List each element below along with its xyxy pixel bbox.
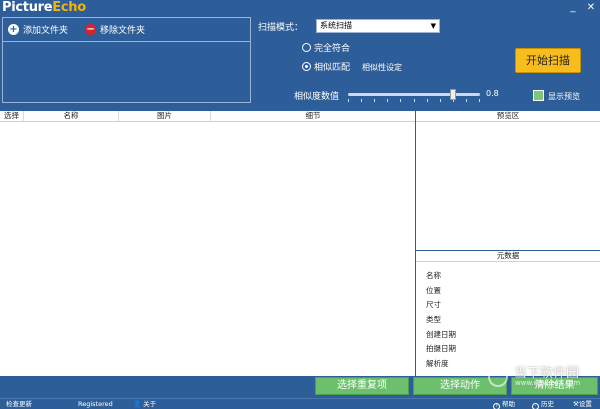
- slider-tick: [387, 99, 388, 102]
- history-link[interactable]: · 历史: [532, 400, 554, 409]
- preview-panel: 预览区: [416, 111, 600, 250]
- add-folder-label: 添加文件夹: [23, 26, 69, 36]
- meta-size-label: 尺寸: [426, 300, 441, 309]
- slider-tick: [479, 99, 480, 102]
- title-bar: PictureEcho _ ✕: [0, 0, 600, 17]
- remove-folder-label: 移除文件夹: [100, 26, 146, 36]
- preview-header: 预览区: [416, 111, 600, 122]
- radio-similar-match[interactable]: 相似匹配: [302, 60, 350, 73]
- history-label: 历史: [541, 400, 554, 408]
- select-duplicates-button[interactable]: 选择重复项: [315, 377, 409, 395]
- settings-link[interactable]: ⚒设置: [573, 400, 592, 409]
- metadata-panel: 元数据 名称 位置 尺寸 类型 创建日期 拍摄日期 解析度: [416, 251, 600, 376]
- show-preview-checkbox[interactable]: [533, 90, 544, 101]
- about-label: 关于: [143, 400, 157, 408]
- column-image[interactable]: 图片: [119, 111, 211, 122]
- watermark-url: www.downxia.com: [515, 379, 581, 387]
- registered-status: Registered: [78, 400, 113, 408]
- meta-taken-label: 拍摄日期: [426, 344, 456, 353]
- scan-mode-value: 系统扫描: [320, 21, 352, 30]
- slider-tick: [361, 99, 362, 102]
- similarity-setting-label: 相似性设定: [362, 63, 402, 72]
- status-bar: 检查更新 Registered 👤 关于 ? 帮助 · 历史 ⚒设置: [0, 398, 600, 409]
- radio-exact-label: 完全符合: [314, 44, 351, 54]
- radio-exact-match[interactable]: 完全符合: [302, 41, 350, 54]
- minimize-button[interactable]: _: [567, 2, 579, 14]
- threshold-slider-track[interactable]: [348, 93, 480, 96]
- radio-similar-dot: [302, 62, 311, 71]
- scan-mode-label: 扫描模式：: [258, 23, 304, 33]
- watermark-logo-icon: [488, 367, 508, 387]
- slider-tick: [414, 99, 415, 102]
- column-detail[interactable]: 细节: [211, 111, 415, 122]
- show-preview-label: 显示预览: [548, 92, 580, 101]
- meta-name-label: 名称: [426, 271, 441, 280]
- close-button[interactable]: ✕: [585, 2, 597, 14]
- add-folder-button[interactable]: + 添加文件夹: [8, 23, 68, 36]
- check-update-link[interactable]: 检查更新: [6, 400, 32, 409]
- help-label: 帮助: [502, 400, 515, 408]
- remove-folder-button[interactable]: − 移除文件夹: [85, 23, 145, 36]
- slider-tick: [348, 99, 349, 102]
- threshold-slider-ticks: [348, 99, 480, 102]
- metadata-header: 元数据: [416, 251, 600, 262]
- slider-tick: [427, 99, 428, 102]
- help-link[interactable]: ? 帮助: [493, 400, 515, 409]
- app-logo: PictureEcho: [2, 0, 86, 15]
- slider-tick: [400, 99, 401, 102]
- start-scan-button[interactable]: 开始扫描: [515, 48, 581, 73]
- radio-similar-label: 相似匹配: [314, 63, 351, 73]
- help-icon: ?: [493, 403, 500, 409]
- minus-icon: −: [85, 24, 97, 35]
- user-icon: 👤: [133, 400, 142, 408]
- slider-tick: [440, 99, 441, 102]
- folder-panel: + 添加文件夹 − 移除文件夹: [2, 17, 251, 103]
- folder-toolbar: + 添加文件夹 − 移除文件夹: [3, 18, 250, 42]
- slider-tick: [374, 99, 375, 102]
- plus-icon: +: [8, 24, 19, 35]
- slider-tick: [466, 99, 467, 102]
- column-name[interactable]: 名称: [24, 111, 119, 122]
- scan-mode-select[interactable]: 系统扫描 ▼: [316, 19, 440, 33]
- threshold-slider-thumb[interactable]: [450, 89, 456, 100]
- column-select[interactable]: 选择: [0, 111, 24, 122]
- meta-location-label: 位置: [426, 286, 441, 295]
- results-list-header: 选择 名称 图片 细节: [0, 111, 415, 122]
- radio-exact-dot: [302, 43, 311, 52]
- meta-resolution-label: 解析度: [426, 359, 449, 368]
- meta-created-label: 创建日期: [426, 330, 456, 339]
- settings-label: 设置: [578, 400, 592, 408]
- about-link[interactable]: 👤 关于: [133, 400, 156, 409]
- clock-icon: ·: [532, 403, 539, 409]
- dropdown-arrow-icon: ▼: [430, 22, 436, 30]
- results-list[interactable]: 选择 名称 图片 细节: [0, 111, 415, 376]
- meta-type-label: 类型: [426, 315, 441, 324]
- threshold-label: 相似度数值: [294, 92, 340, 102]
- threshold-value: 0.8: [486, 89, 499, 98]
